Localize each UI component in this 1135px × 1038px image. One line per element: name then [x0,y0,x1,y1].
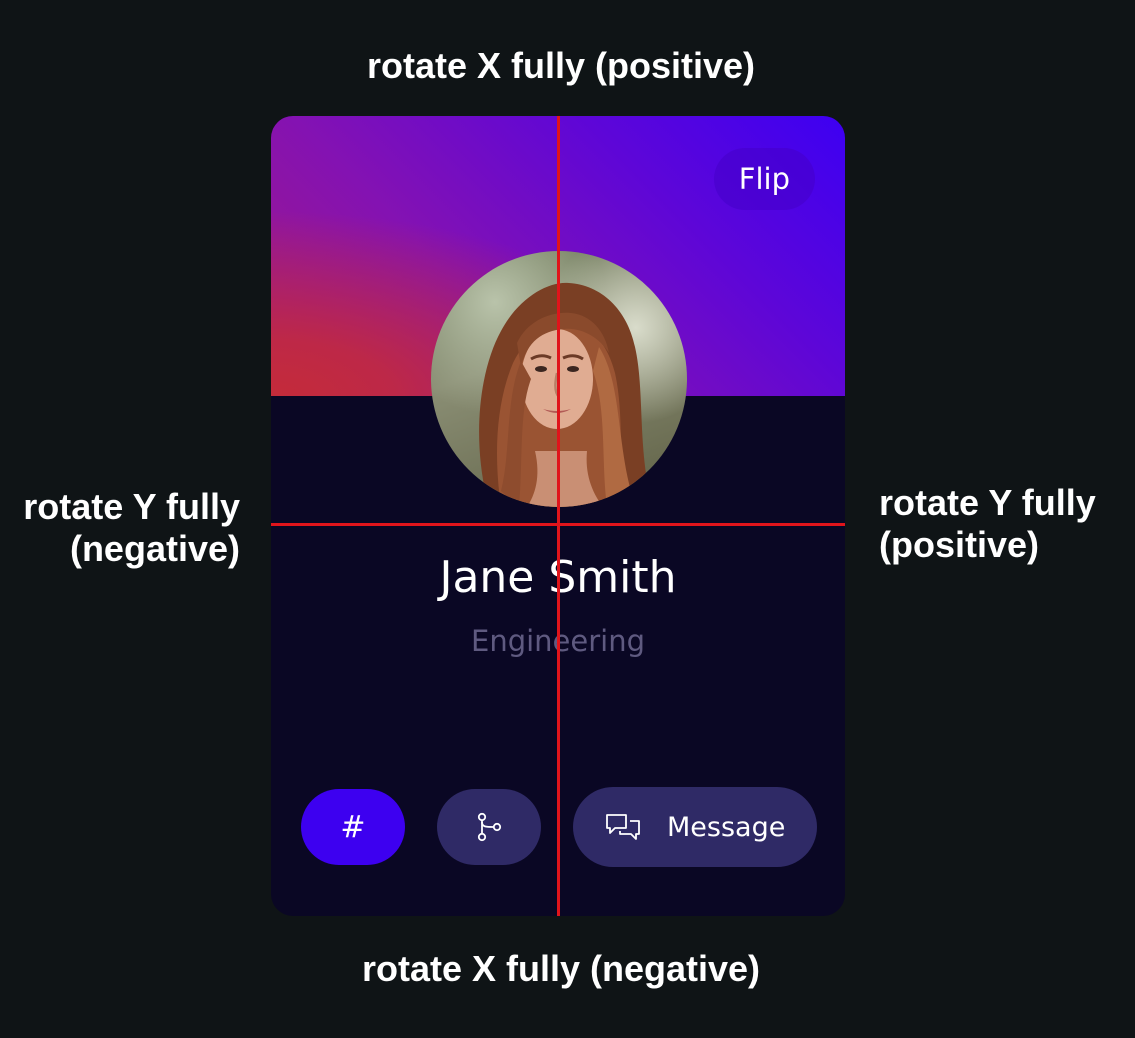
hash-icon: # [340,809,366,845]
horizontal-guide-line [271,523,845,526]
branch-button[interactable] [437,789,541,865]
label-rotate-x-negative: rotate X fully (negative) [361,948,761,989]
vertical-guide-line [557,116,560,916]
message-button-label: Message [667,811,786,843]
label-rotate-y-negative: rotate Y fully (negative) [23,486,240,570]
label-rotate-y-positive-line2: (positive) [879,524,1040,565]
git-branch-icon [477,812,502,842]
flip-button[interactable]: Flip [713,148,815,210]
label-rotate-y-negative-line1: rotate Y fully [23,486,240,527]
hash-button[interactable]: # [301,789,405,865]
chat-bubbles-icon [606,814,640,840]
label-rotate-y-negative-line2: (negative) [69,528,240,569]
message-button[interactable]: Message [573,787,817,867]
label-rotate-y-positive-line1: rotate Y fully [879,482,1096,523]
label-rotate-y-positive: rotate Y fully (positive) [879,482,1096,566]
label-rotate-x-positive: rotate X fully (positive) [366,45,756,86]
